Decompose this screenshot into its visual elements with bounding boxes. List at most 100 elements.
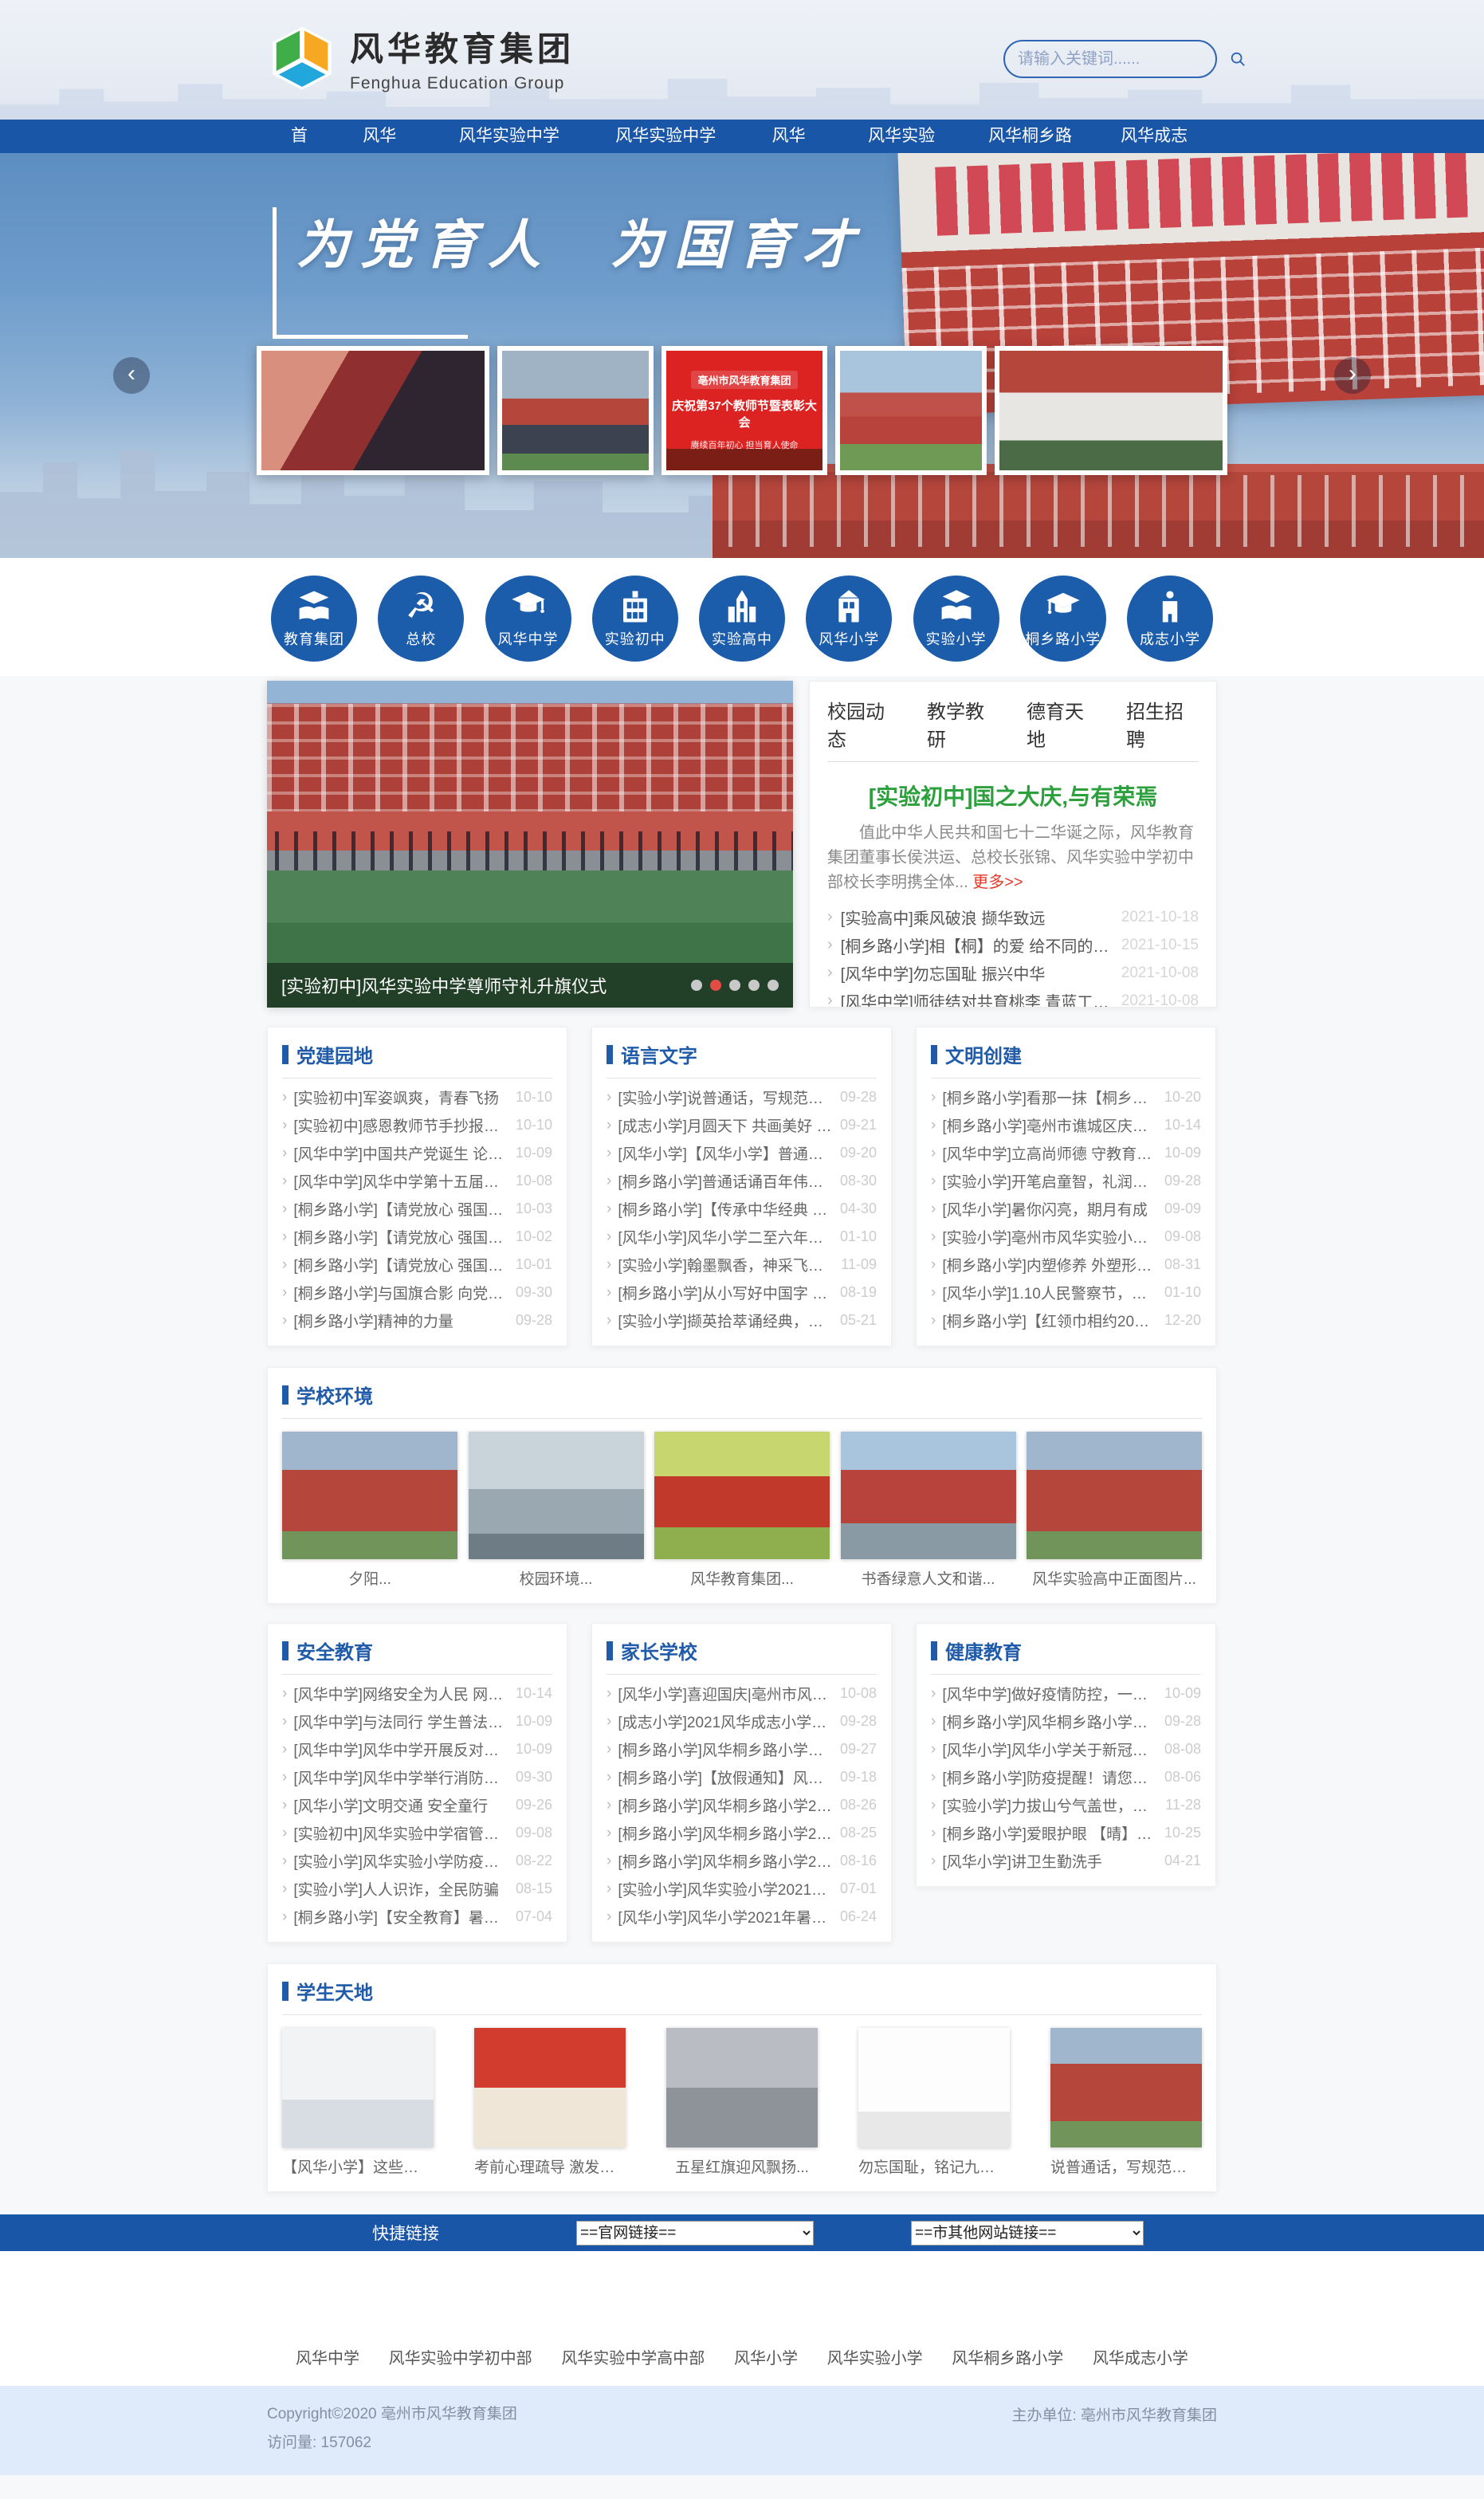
news-list-item[interactable]: [风华中学]勿忘国耻 振兴中华2021-10-08 (827, 959, 1199, 987)
list-item[interactable]: [桐乡路小学]风华桐乡路小学2021-...08-25 (607, 1819, 877, 1847)
environment-photo-item[interactable]: 校园环境... (469, 1432, 644, 1589)
list-item[interactable]: [桐乡路小学]内塑修养 外塑形象 做魅...08-31 (931, 1251, 1201, 1279)
slider-dot[interactable] (691, 980, 702, 991)
environment-photo-item[interactable]: 风华实验高中正面图片... (1027, 1432, 1202, 1589)
slider-dot[interactable] (729, 980, 740, 991)
photo-thumbnail[interactable] (282, 1432, 457, 1559)
search-box[interactable] (1003, 40, 1217, 78)
list-item[interactable]: [实验小学]风华实验小学防疫及食品...08-22 (282, 1847, 552, 1875)
city-links-select[interactable]: ==市其他网站链接== (911, 2221, 1144, 2246)
list-item[interactable]: [风华小学]风华小学2021年暑期致家...06-24 (607, 1903, 877, 1931)
slider-caption[interactable]: [实验初中]风华实验中学尊师守礼升旗仪式 (281, 972, 607, 998)
news-headline[interactable]: [实验初中]国之大庆,与有荣焉 (827, 780, 1199, 811)
student-photo-item[interactable]: 考前心理疏导 激发无... (474, 2028, 626, 2177)
carousel-thumb[interactable] (995, 346, 1227, 475)
carousel-next-icon[interactable]: › (1334, 357, 1371, 394)
photo-thumbnail[interactable] (1027, 1432, 1202, 1559)
carousel-thumb[interactable] (257, 346, 489, 475)
list-item[interactable]: [桐乡路小学]爱眼护眼 【晴】彩童年-...10-25 (931, 1819, 1201, 1847)
quick-icon-experimental-senior[interactable]: 实验高中 (695, 576, 789, 662)
list-item[interactable]: [成志小学]2021风华成志小学国庆假...09-28 (607, 1707, 877, 1735)
student-photo-item[interactable]: 勿忘国耻，铭记九一八... (858, 2028, 1010, 2177)
nav-item[interactable]: 首页 (267, 120, 339, 153)
student-photo-item[interactable]: 五星红旗迎风飘扬... (666, 2028, 818, 2177)
carousel-prev-icon[interactable]: ‹ (113, 357, 150, 394)
photo-thumbnail[interactable] (1050, 2028, 1202, 2147)
carousel-thumb[interactable] (497, 346, 654, 475)
slider-dot[interactable] (710, 980, 721, 991)
news-tab[interactable]: 招生招聘 (1126, 696, 1199, 752)
search-input[interactable] (1018, 50, 1229, 69)
list-item[interactable]: [实验小学]风华实验小学2021年暑期...07-01 (607, 1875, 877, 1903)
list-item[interactable]: [风华小学]1.10人民警察节，向守护...01-10 (931, 1279, 1201, 1306)
footer-school-link[interactable]: 风华小学 (734, 2345, 798, 2368)
quick-icon-fenghua-middle[interactable]: 风华中学 (481, 576, 575, 662)
list-item[interactable]: [风华中学]网络安全为人民 网络安全...10-14 (282, 1680, 552, 1707)
photo-thumbnail[interactable] (474, 2028, 626, 2147)
list-item[interactable]: [实验初中]感恩教师节手抄报评比活动10-10 (282, 1111, 552, 1139)
list-item[interactable]: [桐乡路小学]风华桐乡路小学2021-...08-26 (607, 1791, 877, 1819)
list-item[interactable]: [风华小学]风华小学关于新冠疫情防...08-08 (931, 1735, 1201, 1763)
photo-thumbnail[interactable] (469, 1432, 644, 1559)
list-item[interactable]: [风华小学]喜迎国庆|亳州市风华小学...10-08 (607, 1680, 877, 1707)
carousel-thumb[interactable] (835, 346, 987, 475)
student-photo-item[interactable]: 【风华小学】这些花儿... (282, 2028, 434, 2177)
list-item[interactable]: [风华中学]风华中学第十五届校园文...10-08 (282, 1167, 552, 1195)
footer-school-link[interactable]: 风华成志小学 (1093, 2345, 1188, 2368)
news-more-link[interactable]: 更多>> (972, 874, 1023, 891)
search-icon[interactable] (1229, 50, 1246, 68)
slider-dot[interactable] (748, 980, 760, 991)
list-item[interactable]: [桐乡路小学]【红领巾相约2035、同...12-20 (931, 1306, 1201, 1334)
list-item[interactable]: [实验初中]军姿飒爽，青春飞扬10-10 (282, 1083, 552, 1111)
list-item[interactable]: [桐乡路小学]普通话诵百年伟业 规范...08-30 (607, 1167, 877, 1195)
list-item[interactable]: [实验初中]风华实验中学宿管人员消...09-08 (282, 1819, 552, 1847)
student-photo-item[interactable]: 说普通话，写规范字-... (1050, 2028, 1202, 2177)
news-tab[interactable]: 德育天地 (1027, 696, 1099, 752)
official-links-select[interactable]: ==官网链接== (576, 2221, 814, 2246)
photo-thumbnail[interactable] (841, 1432, 1016, 1559)
list-item[interactable]: [桐乡路小学]【放假通知】风华桐乡...09-18 (607, 1763, 877, 1791)
list-item[interactable]: [风华中学]风华中学举行消防应急疏...09-30 (282, 1763, 552, 1791)
footer-school-link[interactable]: 风华实验中学初中部 (389, 2345, 532, 2368)
list-item[interactable]: [桐乡路小学]风华桐乡路小学召开学...09-28 (931, 1707, 1201, 1735)
list-item[interactable]: [实验小学]开笔启童智，礼润伴成...09-28 (931, 1167, 1201, 1195)
nav-item[interactable]: 风华实验中学高中部 (591, 120, 748, 153)
list-item[interactable]: [风华中学]做好疫情防控，一刻不可...10-09 (931, 1680, 1201, 1707)
photo-thumbnail[interactable] (654, 1432, 830, 1559)
list-item[interactable]: [风华中学]风华中学开展反对校园欺...10-09 (282, 1735, 552, 1763)
footer-school-link[interactable]: 风华实验小学 (827, 2345, 923, 2368)
photo-thumbnail[interactable] (282, 2028, 434, 2147)
list-item[interactable]: [风华中学]中国共产党诞生 论一个党...10-09 (282, 1139, 552, 1167)
list-item[interactable]: [实验小学]说普通话，写规范字-202...09-28 (607, 1083, 877, 1111)
quick-icon-experimental-junior[interactable]: 实验初中 (588, 576, 682, 662)
list-item[interactable]: [桐乡路小学]看那一抹【桐乡红】！...10-20 (931, 1083, 1201, 1111)
environment-photo-item[interactable]: 夕阳... (282, 1432, 457, 1589)
quick-icon-education-group[interactable]: 教育集团 (267, 576, 361, 662)
list-item[interactable]: [风华小学]文明交通 安全童行09-26 (282, 1791, 552, 1819)
quick-icon-chengzhi-primary[interactable]: 成志小学 (1123, 576, 1217, 662)
news-list-item[interactable]: [风华中学]师徒结对共育桃李 青蓝工程;薪火相传2021-10-08 (827, 987, 1199, 1008)
list-item[interactable]: [桐乡路小学]亳州市谯城区庆祝少先...10-14 (931, 1111, 1201, 1139)
footer-school-link[interactable]: 风华中学 (296, 2345, 359, 2368)
footer-school-link[interactable]: 风华实验中学高中部 (561, 2345, 705, 2368)
nav-item[interactable]: 风华小学 (748, 120, 845, 153)
nav-item[interactable]: 风华实验小学 (844, 120, 964, 153)
list-item[interactable]: [桐乡路小学]从小写好中国字 长大做...08-19 (607, 1279, 877, 1306)
list-item[interactable]: [风华中学]与法同行 学生普法教育10-09 (282, 1707, 552, 1735)
site-logo[interactable]: 风华教育集团 Fenghua Education Group (267, 22, 575, 93)
quick-icon-headquarters[interactable]: ☭ 总校 (374, 576, 468, 662)
list-item[interactable]: [实验小学]人人识诈，全民防骗08-15 (282, 1875, 552, 1903)
footer-school-link[interactable]: 风华桐乡路小学 (952, 2345, 1063, 2368)
list-item[interactable]: [风华小学]风华小学二至六年级古诗...01-10 (607, 1223, 877, 1251)
list-item[interactable]: [桐乡路小学]【请党放心 强国有我】...10-01 (282, 1251, 552, 1279)
environment-photo-item[interactable]: 风华教育集团... (654, 1432, 830, 1589)
carousel-thumb-poster[interactable]: 亳州市风华教育集团 庆祝第37个教师节暨表彰大会 赓续百年初心 担当育人使命 (662, 346, 827, 475)
list-item[interactable]: [实验小学]翰墨飘香，神采飞扬;风华...11-09 (607, 1251, 877, 1279)
list-item[interactable]: [风华中学]立高尚师德 守教育初心10-09 (931, 1139, 1201, 1167)
nav-item[interactable]: 风华桐乡路小学 (964, 120, 1097, 153)
environment-photo-item[interactable]: 书香绿意人文和谐... (841, 1432, 1016, 1589)
quick-icon-tongxiang-road-primary[interactable]: 桐乡路小学 (1016, 576, 1110, 662)
list-item[interactable]: [风华小学]【风华小学】普通话诵百...09-20 (607, 1139, 877, 1167)
quick-icon-experimental-primary[interactable]: 实验小学 (909, 576, 1003, 662)
news-list-item[interactable]: [实验高中]乘风破浪 撷华致远2021-10-18 (827, 903, 1199, 931)
